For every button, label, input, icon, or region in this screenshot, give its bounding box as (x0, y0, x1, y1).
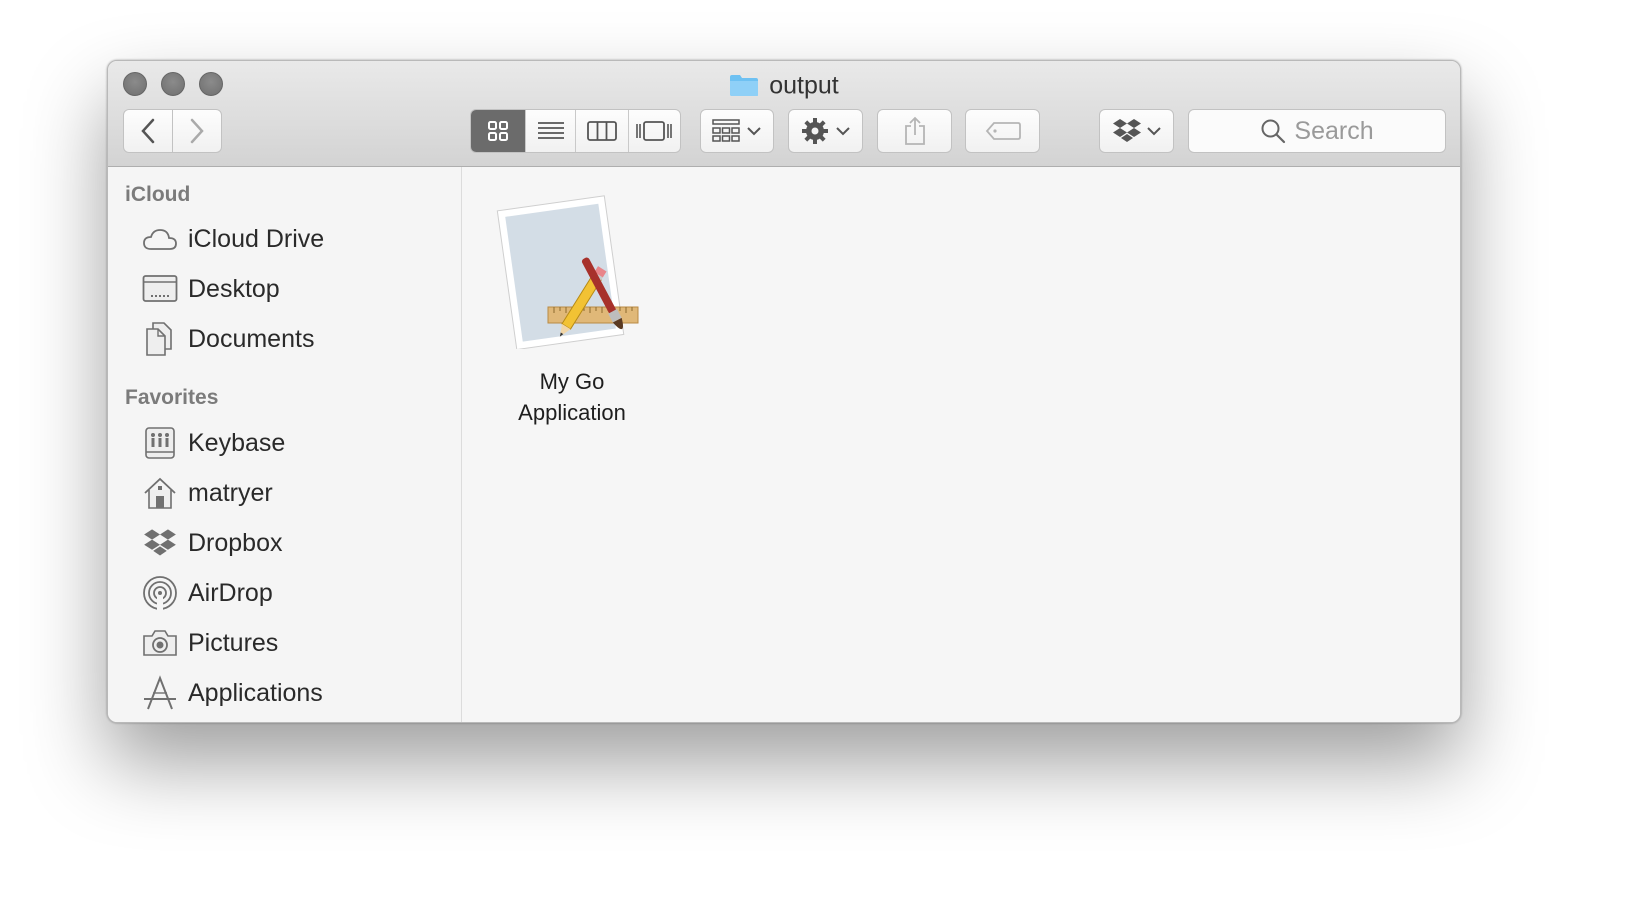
chevron-down-icon (747, 127, 761, 136)
share-button[interactable] (877, 109, 952, 153)
folder-icon (730, 75, 759, 97)
dropbox-menu-button[interactable] (1099, 109, 1174, 153)
sidebar-item-applications[interactable]: Applications (141, 673, 323, 713)
window-title: output (108, 67, 1460, 102)
dropbox-icon (144, 529, 176, 556)
finder-window: output Search iCloud iCloud Drive Deskto… (107, 60, 1461, 723)
arrange-button[interactable] (700, 109, 774, 153)
icon-view-button[interactable] (471, 110, 527, 152)
sidebar-item-label: Documents (188, 324, 315, 353)
tag-icon (985, 122, 1021, 140)
sidebar-item-keybase[interactable]: Keybase (141, 423, 285, 463)
search-placeholder: Search (1294, 116, 1374, 145)
tags-button[interactable] (965, 109, 1040, 153)
sidebar-item-label: Applications (188, 678, 323, 707)
file-name-line-2: Application (518, 400, 626, 425)
sidebar-item-label: Pictures (188, 628, 279, 657)
sidebar-item-label: Keybase (188, 428, 286, 457)
sidebar-item-pictures[interactable]: Pictures (141, 623, 278, 663)
arrange-grid-icon (712, 119, 740, 142)
window-title-text: output (769, 71, 839, 100)
sidebar: iCloud iCloud Drive Desktop Documents Fa… (108, 167, 462, 722)
sidebar-item-label: AirDrop (188, 578, 273, 607)
chevron-left-icon (141, 118, 155, 144)
documents-icon (146, 322, 172, 356)
sidebar-item-label: Dropbox (188, 528, 283, 557)
file-browser-content: My Go Application (462, 167, 1460, 722)
applications-icon (144, 675, 176, 710)
dropbox-icon (1112, 119, 1141, 142)
gear-icon (801, 118, 828, 144)
camera-icon (143, 630, 177, 656)
chevron-down-icon (1146, 127, 1161, 136)
desktop-icon (142, 275, 178, 302)
column-view-button[interactable] (576, 110, 629, 152)
file-name-line-1: My Go (539, 369, 605, 394)
keybase-drive-icon (145, 427, 175, 459)
sidebar-item-label: iCloud Drive (188, 224, 325, 253)
list-view-button[interactable] (526, 110, 577, 152)
cover-flow-view-button[interactable] (628, 110, 680, 152)
icon-view-icon (488, 121, 509, 141)
titlebar: output Search (108, 61, 1460, 167)
sidebar-item-icloud-drive[interactable]: iCloud Drive (141, 219, 324, 259)
application-icon (496, 195, 639, 351)
back-button[interactable] (123, 109, 173, 153)
sidebar-item-label: Desktop (188, 274, 280, 303)
forward-button[interactable] (172, 109, 222, 153)
column-view-icon (587, 121, 618, 141)
cover-flow-icon (636, 121, 673, 141)
sidebar-item-label: matryer (188, 478, 273, 507)
share-icon (904, 116, 925, 145)
file-item[interactable]: My Go Application (496, 189, 642, 428)
airdrop-icon (143, 576, 177, 611)
action-button[interactable] (788, 109, 863, 153)
sidebar-item-documents[interactable]: Documents (141, 319, 314, 359)
search-icon (1261, 119, 1286, 144)
list-view-icon (537, 122, 564, 139)
sidebar-section-favorites: Favorites (125, 386, 219, 409)
search-field[interactable]: Search (1188, 109, 1446, 153)
chevron-down-icon (835, 127, 850, 136)
view-mode-control (470, 109, 681, 153)
file-name: My Go Application (502, 366, 642, 428)
home-icon (144, 477, 176, 509)
sidebar-section-icloud: iCloud (125, 183, 191, 206)
sidebar-item-home[interactable]: matryer (141, 473, 273, 513)
sidebar-item-airdrop[interactable]: AirDrop (141, 573, 273, 613)
chevron-right-icon (190, 118, 204, 144)
sidebar-item-dropbox[interactable]: Dropbox (141, 523, 283, 563)
cloud-icon (143, 229, 177, 250)
sidebar-item-desktop[interactable]: Desktop (141, 269, 280, 309)
